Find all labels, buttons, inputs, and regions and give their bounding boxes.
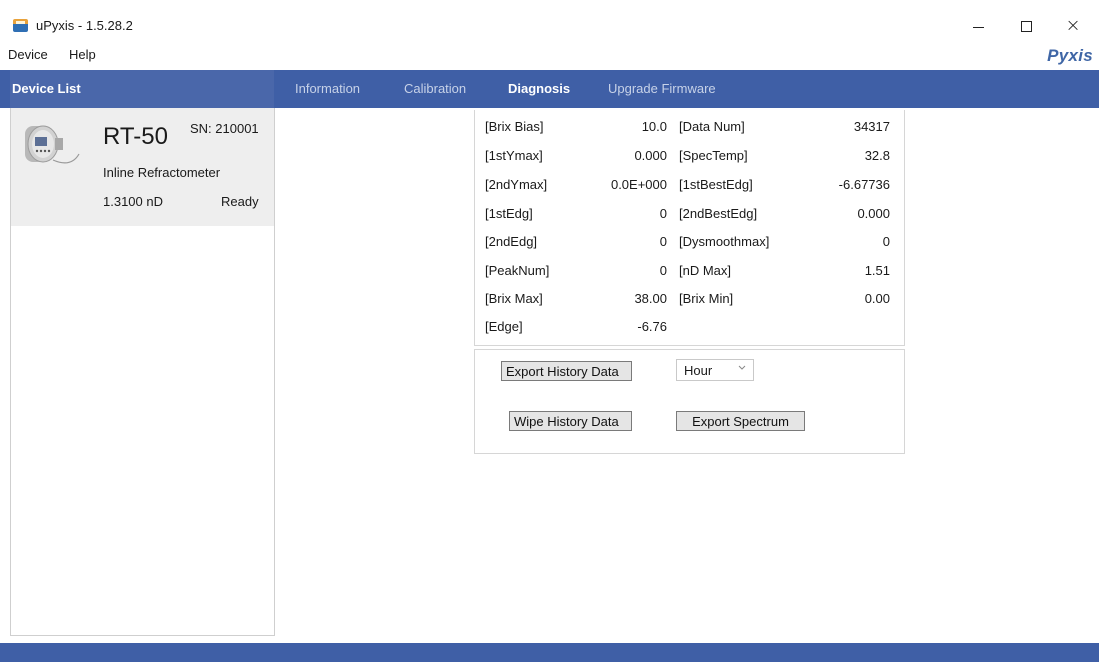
diag-label: [Brix Min]: [679, 291, 734, 306]
diag-label: [1stEdg]: [485, 206, 533, 221]
app-icon: [13, 19, 28, 32]
diag-label: [2ndEdg]: [485, 234, 538, 249]
menu-bar: Device Help Pyxis: [0, 45, 1099, 67]
header-strip: Device List Information Calibration Diag…: [0, 70, 1099, 108]
diag-value: 34317: [853, 119, 890, 134]
export-spectrum-button[interactable]: Export Spectrum: [676, 411, 805, 431]
diag-label: [Data Num]: [679, 119, 745, 134]
diag-value: -6.76: [637, 319, 667, 334]
diag-label: [SpecTemp]: [679, 148, 748, 163]
minimize-icon: [972, 26, 984, 28]
diag-value: 0: [882, 234, 890, 249]
close-button[interactable]: ×: [1053, 10, 1093, 42]
tab-upgrade-firmware[interactable]: Upgrade Firmware: [608, 81, 716, 96]
tab-diagnosis[interactable]: Diagnosis: [508, 81, 570, 96]
refractometer-device-icon: [25, 125, 80, 164]
wipe-history-data-button[interactable]: Wipe History Data: [509, 411, 632, 431]
diag-value: 0.000: [857, 206, 890, 221]
diagnosis-data-panel: [Brix Bias] 10.0 [Data Num] 34317 [1stYm…: [474, 110, 905, 346]
device-card[interactable]: RT-50 SN: 210001 Inline Refractometer 1.…: [11, 108, 274, 226]
diag-value: 0: [659, 234, 667, 249]
device-model: RT-50: [103, 123, 168, 150]
diag-value: 0: [659, 263, 667, 278]
diag-label: [PeakNum]: [485, 263, 550, 278]
chevron-down-icon: [738, 365, 746, 370]
menu-device[interactable]: Device: [8, 47, 48, 62]
device-list-panel: RT-50 SN: 210001 Inline Refractometer 1.…: [10, 108, 275, 636]
interval-select[interactable]: Hour: [676, 359, 754, 381]
device-serial: SN: 210001: [190, 121, 259, 136]
device-type: Inline Refractometer: [103, 165, 221, 180]
diagnosis-actions-panel: Export History Data Hour Wipe History Da…: [474, 349, 905, 454]
close-icon: ×: [1065, 15, 1081, 36]
diag-label: [2ndBestEdg]: [679, 206, 758, 221]
minimize-button[interactable]: [958, 10, 998, 42]
diag-value: 32.8: [864, 148, 890, 163]
status-bar: [0, 643, 1099, 662]
brand-logo: Pyxis: [1047, 46, 1093, 65]
window-title: uPyxis - 1.5.28.2: [36, 18, 133, 33]
diag-label: [2ndYmax]: [485, 177, 548, 192]
diag-value: 0.000: [634, 148, 667, 163]
device-reading: 1.3100 nD: [103, 194, 163, 209]
tab-information[interactable]: Information: [295, 81, 360, 96]
diag-label: [Brix Bias]: [485, 119, 544, 134]
diag-value: 0.0E+000: [610, 177, 667, 192]
menu-help[interactable]: Help: [69, 47, 96, 62]
diag-label: [Edge]: [485, 319, 523, 334]
interval-select-value: Hour: [684, 363, 713, 378]
title-bar: uPyxis - 1.5.28.2 ×: [0, 10, 1099, 42]
diag-label: [1stBestEdg]: [679, 177, 753, 192]
diag-value: 10.0: [641, 119, 667, 134]
diag-value: 0: [659, 206, 667, 221]
maximize-icon: [1020, 20, 1032, 32]
diag-label: [1stYmax]: [485, 148, 543, 163]
diag-label: [Dysmoothmax]: [679, 234, 770, 249]
diag-label: [nD Max]: [679, 263, 732, 278]
diag-value: 0.00: [864, 291, 890, 306]
diag-value: 38.00: [634, 291, 667, 306]
device-list-header: Device List: [10, 70, 274, 108]
device-list-title: Device List: [12, 81, 81, 96]
diag-value: 1.51: [864, 263, 890, 278]
tab-calibration[interactable]: Calibration: [404, 81, 466, 96]
maximize-button[interactable]: [1006, 10, 1046, 42]
device-status: Ready: [221, 194, 259, 209]
diag-value: -6.67736: [838, 177, 890, 192]
export-history-data-button[interactable]: Export History Data: [501, 361, 632, 381]
diag-label: [Brix Max]: [485, 291, 543, 306]
